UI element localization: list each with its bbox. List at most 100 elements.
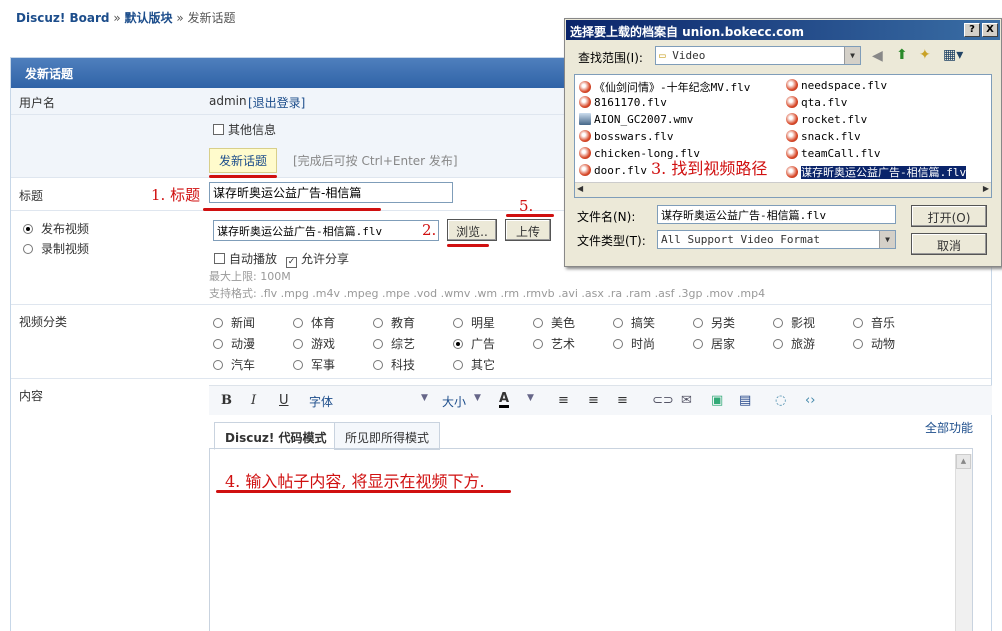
text-color-button[interactable]: A xyxy=(499,392,510,408)
category-option-label: 时尚 xyxy=(631,337,656,351)
font-select[interactable]: 字体 xyxy=(309,393,333,410)
media-icon[interactable]: ▤ xyxy=(739,393,751,408)
code-icon[interactable]: ‹› xyxy=(805,393,815,408)
upload-button[interactable]: 上传 xyxy=(505,219,551,241)
radio-record-label: 录制视频 xyxy=(41,242,90,256)
category-option[interactable]: 教育 xyxy=(373,313,453,334)
category-option[interactable]: 时尚 xyxy=(613,334,693,355)
category-option[interactable]: 居家 xyxy=(693,334,773,355)
file-item[interactable]: snack.flv xyxy=(786,130,861,143)
category-option-label: 科技 xyxy=(391,358,416,372)
align-right-icon[interactable]: ≡ xyxy=(617,393,628,408)
file-item[interactable]: 8161170.flv xyxy=(579,96,667,109)
file-item[interactable]: qta.flv xyxy=(786,96,847,109)
chevron-down-icon[interactable]: ▼ xyxy=(474,393,481,403)
category-option[interactable]: 动漫 xyxy=(213,334,293,355)
category-option[interactable]: 新闻 xyxy=(213,313,293,334)
share-checkbox[interactable]: ✓ 允许分享 xyxy=(286,250,349,268)
view-menu-icon[interactable]: ▦▾ xyxy=(943,47,963,63)
chevron-down-icon[interactable]: ▼ xyxy=(527,393,534,403)
cancel-button[interactable]: 取消 xyxy=(911,233,987,255)
file-item[interactable]: 谋存昕奥运公益广告-相信篇.flv xyxy=(786,164,967,180)
category-option[interactable]: 军事 xyxy=(293,355,373,376)
image-icon[interactable]: ▣ xyxy=(711,393,723,408)
category-option[interactable]: 广告 xyxy=(453,334,533,355)
filetype-select[interactable]: All Support Video Format ▼ xyxy=(657,230,896,249)
breadcrumb-forum[interactable]: 默认版块 xyxy=(125,11,173,25)
horizontal-scrollbar[interactable]: ◀ ▶ xyxy=(575,182,991,197)
file-item[interactable]: needspace.flv xyxy=(786,79,887,92)
chevron-down-icon[interactable]: ▼ xyxy=(879,231,895,248)
chevron-down-icon[interactable]: ▼ xyxy=(421,393,428,403)
category-option[interactable]: 游戏 xyxy=(293,334,373,355)
link-icon[interactable]: ⊂⊃ xyxy=(652,393,674,408)
annotation-underline xyxy=(447,244,489,247)
browse-button[interactable]: 浏览.. xyxy=(447,219,497,241)
file-item[interactable]: door.flv xyxy=(579,164,647,177)
category-option[interactable]: 综艺 xyxy=(373,334,453,355)
logout-link[interactable]: [退出登录] xyxy=(248,94,305,111)
file-item[interactable]: rocket.flv xyxy=(786,113,867,126)
post-button-top[interactable]: 发新话题 xyxy=(209,148,278,173)
video-file-icon xyxy=(579,164,591,176)
scroll-right-icon[interactable]: ▶ xyxy=(983,184,989,193)
breadcrumb-site[interactable]: Discuz! Board xyxy=(16,11,110,25)
category-options: 新闻 体育 教育 明星 美色 搞笑 另类 影视 音乐动漫 游戏 综艺 广告 艺术 时尚 居家 旅游 动物汽车 军事… xyxy=(213,313,933,376)
category-option[interactable]: 搞笑 xyxy=(613,313,693,334)
category-option[interactable]: 音乐 xyxy=(853,313,933,334)
back-icon[interactable]: ◀ xyxy=(872,48,883,64)
category-option[interactable]: 美色 xyxy=(533,313,613,334)
file-name: rocket.flv xyxy=(801,113,868,126)
up-folder-icon[interactable]: ⬆ xyxy=(896,47,908,63)
category-option[interactable]: 影视 xyxy=(773,313,853,334)
category-option[interactable]: 体育 xyxy=(293,313,373,334)
scroll-left-icon[interactable]: ◀ xyxy=(577,184,583,193)
category-option[interactable]: 明星 xyxy=(453,313,533,334)
autoplay-checkbox[interactable]: 自动播放 xyxy=(214,250,277,267)
tab-code-mode[interactable]: Discuz! 代码模式 xyxy=(214,422,338,450)
breadcrumb-current: 发新话题 xyxy=(187,11,236,25)
help-icon[interactable]: ? xyxy=(964,23,980,37)
category-option[interactable]: 旅游 xyxy=(773,334,853,355)
radio-publish-video[interactable]: 发布视频 xyxy=(23,220,89,237)
editor-scrollbar[interactable]: ▲ xyxy=(955,454,972,631)
category-option-label: 旅游 xyxy=(791,337,816,351)
video-file-icon xyxy=(786,130,798,142)
all-features-link[interactable]: 全部功能 xyxy=(925,419,973,436)
category-option[interactable]: 科技 xyxy=(373,355,453,376)
category-label: 视频分类 xyxy=(19,315,68,329)
other-info-checkbox[interactable]: 其他信息 xyxy=(213,121,276,138)
category-option[interactable]: 另类 xyxy=(693,313,773,334)
quote-icon[interactable]: ◌ xyxy=(775,393,786,408)
open-button[interactable]: 打开(O) xyxy=(911,205,987,227)
tab-wysiwyg-mode[interactable]: 所见即所得模式 xyxy=(334,422,441,450)
file-list[interactable]: ◀ ▶ 《仙剑问情》-十年纪念MV.flv 8161170.flv AION_GC2… xyxy=(574,74,992,198)
radio-record-video[interactable]: 录制视频 xyxy=(23,240,89,257)
scroll-up-icon[interactable]: ▲ xyxy=(956,454,971,469)
bold-button[interactable]: B xyxy=(221,393,232,408)
new-folder-icon[interactable]: ✦ xyxy=(919,47,931,63)
category-option[interactable]: 汽车 xyxy=(213,355,293,376)
chevron-down-icon[interactable]: ▼ xyxy=(844,47,860,64)
video-file-input[interactable] xyxy=(213,220,439,241)
italic-button[interactable]: I xyxy=(251,393,256,408)
file-item[interactable]: AION_GC2007.wmv xyxy=(579,113,693,126)
file-item[interactable]: bosswars.flv xyxy=(579,130,673,143)
underline-button[interactable]: U xyxy=(279,393,289,408)
category-option[interactable]: 其它 xyxy=(453,355,533,376)
title-input[interactable] xyxy=(209,182,453,203)
file-item[interactable]: 《仙剑问情》-十年纪念MV.flv xyxy=(579,79,750,95)
annotation-3: 3. 找到视频路径 xyxy=(651,159,768,178)
category-option[interactable]: 动物 xyxy=(853,334,933,355)
align-left-icon[interactable]: ≡ xyxy=(558,393,569,408)
category-option[interactable]: 艺术 xyxy=(533,334,613,355)
align-center-icon[interactable]: ≡ xyxy=(588,393,599,408)
filename-input[interactable] xyxy=(657,205,896,224)
email-icon[interactable]: ✉ xyxy=(681,393,692,408)
close-icon[interactable]: X xyxy=(982,23,998,37)
size-select[interactable]: 大小 xyxy=(442,393,466,410)
lookin-select[interactable]: ▭ Video ▼ xyxy=(655,46,861,65)
file-item[interactable]: teamCall.flv xyxy=(786,147,880,160)
radio-icon xyxy=(453,318,463,328)
category-option-label: 广告 xyxy=(471,337,496,351)
